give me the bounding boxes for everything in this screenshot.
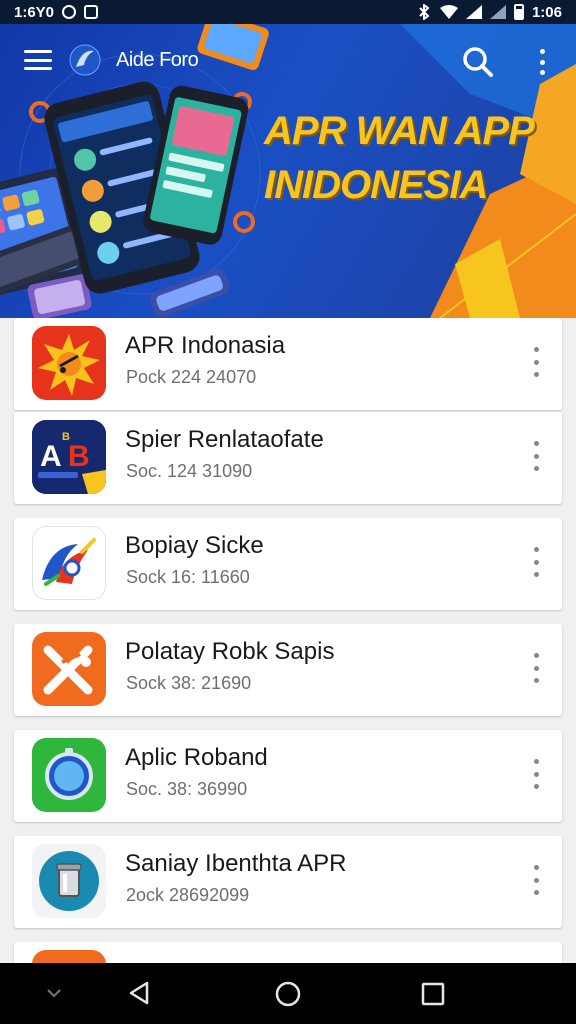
app-list-item[interactable]: Bopiay Sicke Sock 16: 11660: [14, 518, 562, 610]
system-nav-bar: [0, 963, 576, 1024]
app-list-item[interactable]: Polatay Robk Sapis Sock 38: 21690: [14, 624, 562, 716]
app-name: APR Indonasia: [125, 332, 286, 359]
svg-text:B: B: [68, 440, 90, 473]
chevron-down-icon[interactable]: [44, 985, 64, 1001]
app-list-item[interactable]: Saniay Ibenthta APR 2ock 28692099: [14, 836, 562, 928]
more-options-icon[interactable]: [530, 44, 554, 80]
item-more-icon[interactable]: [526, 542, 546, 582]
status-left: 1:6Y0: [14, 3, 99, 21]
status-bar: 1:6Y0 1:06: [0, 0, 576, 24]
notification-box-icon: [84, 5, 99, 19]
screen: 1:6Y0 1:06 Aide Foro APR WAN APP INIDONE…: [0, 0, 576, 1024]
app-bar: Aide Foro: [0, 24, 576, 96]
hero-banner: Aide Foro APR WAN APP INIDONESIA: [0, 24, 576, 318]
app-name: Polatay Robk Sapis: [125, 638, 335, 665]
back-icon[interactable]: [126, 979, 154, 1007]
app-subtitle: Pock 224 24070: [126, 367, 257, 387]
item-more-icon[interactable]: [526, 648, 546, 688]
banner-headline: APR WAN APP INIDONESIA: [264, 104, 564, 212]
app-logo-icon: [69, 44, 101, 76]
notification-icon: [62, 5, 77, 19]
compass-icon: [32, 738, 106, 812]
app-name: Bopiay Sicke: [125, 532, 264, 559]
app-list: APR Indonasia Pock 224 24070 A B B Spier…: [0, 318, 576, 963]
x-mark-icon: [32, 632, 106, 706]
app-name: Aplic Roband: [125, 744, 268, 771]
recents-icon[interactable]: [420, 981, 446, 1007]
item-more-icon[interactable]: [526, 860, 546, 900]
status-time-left: 1:6Y0: [14, 3, 55, 21]
home-icon[interactable]: [273, 979, 303, 1009]
svg-text:B: B: [62, 431, 70, 443]
battery-icon: [513, 4, 524, 20]
app-subtitle: Sock 16: 11660: [126, 567, 250, 587]
app-subtitle: Soc. 124 31090: [126, 461, 253, 481]
item-more-icon[interactable]: [526, 436, 546, 476]
headline-line-1: APR WAN APP: [264, 109, 535, 153]
app-name: Spier Renlataofate: [125, 426, 324, 453]
status-right: 1:06: [416, 4, 562, 21]
signal-icon: [465, 5, 482, 19]
app-subtitle: Soc. 38: 36990: [126, 779, 248, 799]
app-icon-partial: [32, 950, 106, 963]
menu-icon[interactable]: [24, 50, 52, 70]
app-list-item[interactable]: Aplic Roband Soc. 38: 36990: [14, 730, 562, 822]
signal-secondary-icon: [489, 5, 506, 19]
app-list-item[interactable]: A B B Spier Renlataofate Soc. 124 31090: [14, 412, 562, 504]
item-more-icon[interactable]: [526, 342, 546, 382]
swoosh-logo-icon: [32, 526, 106, 600]
app-subtitle: Sock 38: 21690: [126, 673, 252, 693]
headline-line-2: INIDONESIA: [264, 163, 488, 207]
canister-icon: [32, 844, 106, 918]
sun-star-icon: [32, 326, 106, 400]
wifi-icon: [439, 5, 458, 19]
app-subtitle: 2ock 28692099: [126, 885, 250, 905]
search-icon[interactable]: [458, 42, 498, 82]
bluetooth-off-icon: [419, 4, 430, 20]
app-title: Aide Foro: [116, 48, 199, 71]
status-time: 1:06: [531, 3, 562, 21]
svg-text:A: A: [40, 440, 62, 473]
ab-letters-icon: A B B: [32, 420, 106, 494]
app-list-item[interactable]: [14, 942, 562, 963]
item-more-icon[interactable]: [526, 754, 546, 794]
app-name: Saniay Ibenthta APR: [125, 850, 347, 877]
app-list-item[interactable]: APR Indonasia Pock 224 24070: [14, 318, 562, 410]
